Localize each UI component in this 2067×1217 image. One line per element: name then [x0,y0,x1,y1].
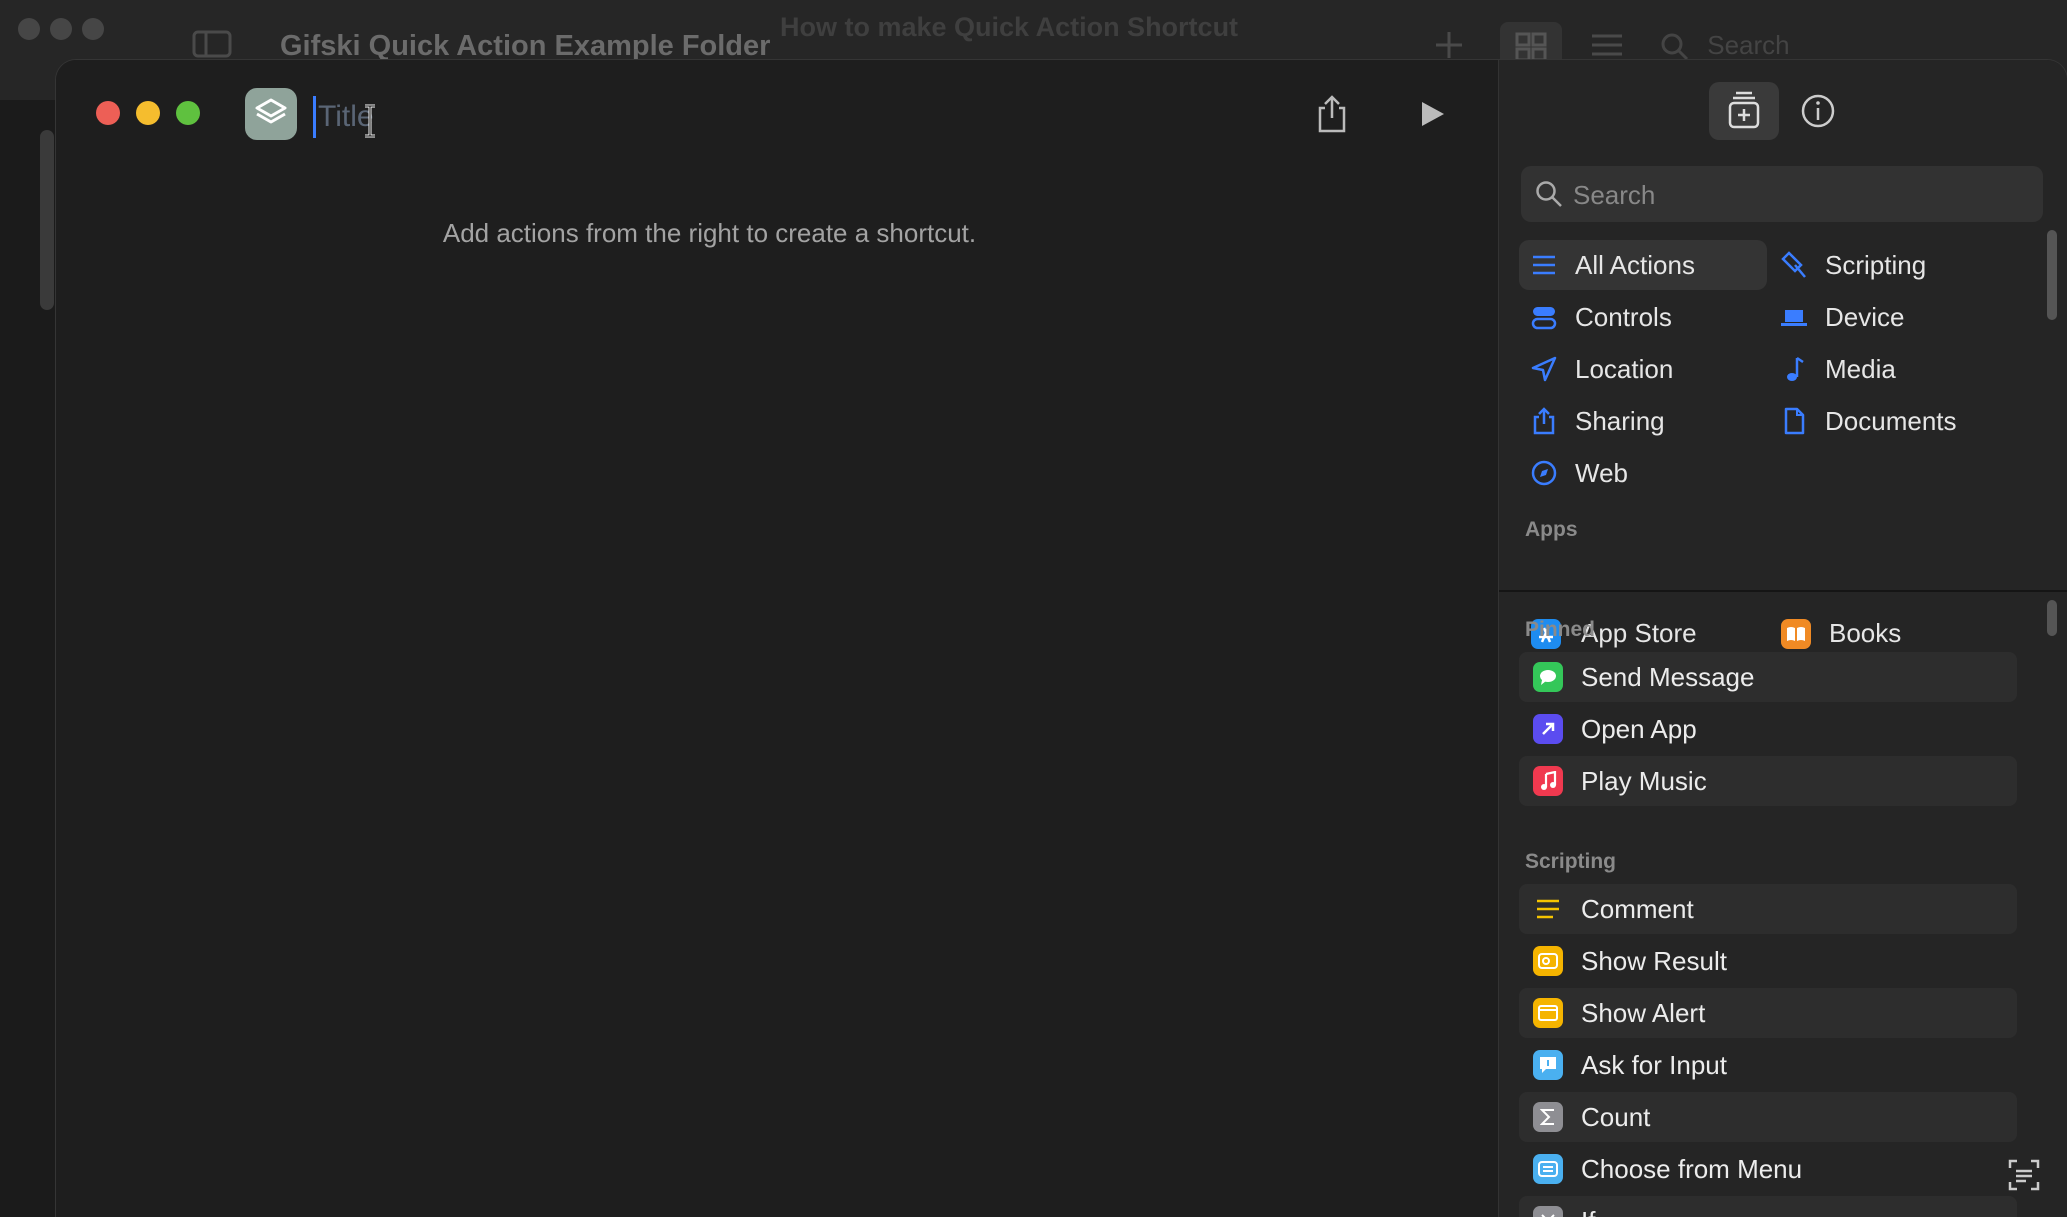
category-label: Sharing [1575,405,1665,436]
category-device[interactable]: Device [1779,292,1904,342]
info-icon [1801,94,1835,128]
menu-icon [1533,1154,1563,1184]
category-controls[interactable]: Controls [1529,292,1672,342]
action-library-icon [1728,91,1760,129]
comment-icon [1533,894,1563,924]
list-icon [1529,250,1559,280]
category-sharing[interactable]: Sharing [1529,396,1665,446]
empty-editor-hint: Add actions from the right to create a s… [442,218,977,248]
search-icon [1536,181,1562,207]
apps-section-label: Apps [1525,518,1578,541]
shortcut-title-input[interactable] [313,96,620,138]
category-label: Device [1825,301,1905,332]
action-label: Count [1581,1101,1651,1132]
show-result-icon [1533,946,1563,976]
action-library-tab[interactable] [1709,82,1779,140]
action-label: If [1581,1206,1595,1217]
action-count[interactable]: Count [1519,1092,2017,1142]
app-label: Books [1829,618,1902,648]
music-note-icon [1779,354,1809,384]
category-label: Documents [1825,405,1957,436]
pinned-section-label: Pinned [1525,618,1596,641]
category-all-actions[interactable]: All Actions [1519,240,1767,290]
alert-icon [1533,998,1563,1028]
share-button[interactable] [1306,88,1358,140]
action-open-app[interactable]: Open App [1519,704,2017,754]
action-label: Show Result [1581,945,1727,976]
location-arrow-icon [1529,354,1559,384]
action-ask-for-input[interactable]: Ask for Input [1519,1040,2017,1090]
action-show-result[interactable]: Show Result [1519,936,2017,986]
action-search-field[interactable] [1521,166,2043,224]
action-label: Show Alert [1581,997,1706,1028]
category-media[interactable]: Media [1779,344,1896,394]
open-app-icon [1533,714,1563,744]
compass-icon [1529,458,1559,488]
music-icon [1533,766,1563,796]
editor-area: Add actions from the right to create a s… [56,60,1498,1217]
text-capture-icon[interactable] [2007,1158,2041,1192]
close-button[interactable] [96,101,120,125]
action-search-input[interactable] [1571,166,2035,224]
category-label: All Actions [1575,249,1695,280]
category-label: Media [1825,353,1896,384]
shortcut-editor-window: Add actions from the right to create a s… [56,60,2067,1217]
laptop-icon [1779,302,1809,332]
action-choose-from-menu[interactable]: Choose from Menu [1519,1144,2017,1194]
text-cursor-icon [365,104,375,138]
play-icon [1422,102,1444,126]
share-icon [1318,95,1346,133]
action-label: Play Music [1581,765,1707,796]
category-label: Web [1575,457,1628,488]
category-scripting[interactable]: Scripting [1779,240,1926,290]
action-label: Ask for Input [1581,1049,1727,1080]
zoom-button[interactable] [176,101,200,125]
ask-input-icon [1533,1050,1563,1080]
category-label: Controls [1575,301,1672,332]
background-window-title: Gifski Quick Action Example Folder [280,30,771,62]
action-play-music[interactable]: Play Music [1519,756,2017,806]
action-send-message[interactable]: Send Message [1519,652,2017,702]
background-sidebar-strip [40,130,54,310]
panel-divider [1499,590,2067,592]
if-icon [1533,1206,1563,1217]
actions-panel: All Actions Scripting Controls Device Lo… [1498,60,2067,1217]
message-icon [1533,662,1563,692]
background-doc-title: How to make Quick Action Shortcut [780,12,1239,42]
books-item[interactable]: Books [1781,618,1901,649]
sigma-icon [1533,1102,1563,1132]
share-icon [1529,406,1559,436]
background-traffic-lights [18,18,104,40]
category-location[interactable]: Location [1529,344,1673,394]
action-label: Comment [1581,893,1694,924]
actions-scrollbar[interactable] [2047,600,2057,636]
document-icon [1779,406,1809,436]
action-if[interactable]: If [1519,1196,2017,1217]
category-label: Scripting [1825,249,1927,280]
scripting-section-label: Scripting [1525,850,1617,873]
action-show-alert[interactable]: Show Alert [1519,988,2017,1038]
categories-scrollbar[interactable] [2047,230,2057,320]
app-label: App Store [1581,618,1697,648]
scripting-icon [1779,250,1809,280]
category-documents[interactable]: Documents [1779,396,1957,446]
run-button[interactable] [1406,88,1458,140]
action-label: Send Message [1581,661,1755,692]
books-icon [1781,618,1811,649]
action-label: Open App [1581,713,1697,744]
category-web[interactable]: Web [1529,448,1628,498]
category-label: Location [1575,353,1674,384]
controls-icon [1529,302,1559,332]
action-comment[interactable]: Comment [1519,884,2017,934]
shortcut-icon[interactable] [245,88,297,140]
minimize-button[interactable] [136,101,160,125]
traffic-lights [96,101,200,125]
action-label: Choose from Menu [1581,1153,1803,1184]
details-tab[interactable] [1783,82,1853,140]
